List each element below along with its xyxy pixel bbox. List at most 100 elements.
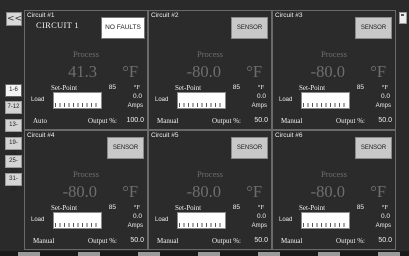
bottom-toolbar-button[interactable] [78,252,100,256]
output-label: Output %: [212,237,241,245]
process-label: Process [321,169,347,179]
amps-value: 0.0 [380,93,390,100]
amps-unit: Amps [375,223,391,229]
setpoint-value[interactable]: 85 [357,84,364,91]
circuit-panel-6[interactable]: Circuit #6 SENSOR Process -80.0 °F Set-Point 8… [272,130,396,250]
amps-unit: Amps [127,223,143,229]
bottom-toolbar-button[interactable] [198,252,220,256]
output-label: Output %: [88,117,117,125]
bottom-toolbar-button[interactable] [138,252,160,256]
setpoint-value[interactable]: 85 [357,204,364,211]
bottom-toolbar-button[interactable] [258,252,280,256]
amps-value: 0.0 [380,213,390,220]
load-bar-scale [303,103,348,107]
output-value[interactable]: 50.0 [378,237,392,244]
load-bar [301,212,350,229]
output-value[interactable]: 50.0 [378,117,392,124]
circuit-title: Circuit #6 [275,132,303,139]
load-label: Load [155,97,169,103]
circuit-panel-5[interactable]: Circuit #5 SENSOR Process -80.0 °F Set-Point 8… [148,130,272,250]
process-unit: °F [246,182,262,201]
mode-label[interactable]: Auto [33,117,47,125]
circuit-title: Circuit #5 [151,132,179,139]
process-value: -80.0 [186,62,221,81]
setpoint-label: Set-Point [299,84,326,92]
range-tab-7-12[interactable]: 7-12 [5,101,22,114]
status-button[interactable]: SENSOR [107,137,144,159]
output-value[interactable]: 50.0 [254,237,268,244]
circuit-panel-2[interactable]: Circuit #2 SENSOR Process -80.0 °F Set-Point 8… [148,10,272,130]
status-button[interactable]: NO FAULTS [101,17,145,39]
circuit-panel-4[interactable]: Circuit #4 SENSOR Process -80.0 °F Set-Point 8… [24,130,148,250]
process-label: Process [197,169,223,179]
amps-unit: Amps [127,103,143,109]
setpoint-unit: °F [133,204,140,211]
amps-unit: Amps [251,103,267,109]
mode-label[interactable]: Manual [157,117,178,125]
bottom-toolbar-button[interactable] [318,252,340,256]
output-value[interactable]: 50.0 [254,117,268,124]
process-value: -80.0 [310,62,345,81]
output-value[interactable]: 50.0 [130,237,144,244]
status-button[interactable]: SENSOR [355,137,392,159]
circuit-panel-1[interactable]: Circuit #1 CIRCUIT 1 NO FAULTS Process 41.3 °… [24,10,148,130]
output-label: Output %: [336,117,365,125]
process-unit: °F [122,182,138,201]
setpoint-value[interactable]: 85 [233,84,240,91]
load-bar-scale [179,103,224,107]
status-button[interactable]: SENSOR [355,17,392,39]
amps-value: 0.0 [256,93,266,100]
window-indicator-icon[interactable] [399,12,407,24]
load-bar [177,212,226,229]
setpoint-label: Set-Point [175,204,202,212]
status-button[interactable]: SENSOR [231,17,268,39]
mode-label[interactable]: Manual [33,237,54,245]
process-unit: °F [246,62,262,81]
bottom-toolbar-button[interactable] [18,252,40,256]
setpoint-value[interactable]: 85 [109,84,116,91]
load-label: Load [31,217,45,223]
circuit-title: Circuit #2 [151,12,179,19]
process-label: Process [73,169,99,179]
bottom-toolbar-button[interactable] [378,252,400,256]
bottom-toolbar-strip [0,251,409,256]
load-bar-scale [55,223,100,227]
setpoint-unit: °F [381,204,388,211]
load-bar [177,92,226,109]
output-label: Output %: [88,237,117,245]
circuit-title: Circuit #3 [275,12,303,19]
load-label: Load [279,217,293,223]
process-value: -80.0 [186,182,221,201]
mode-label[interactable]: Manual [157,237,178,245]
output-value[interactable]: 100.0 [126,117,144,124]
circuit-panel-3[interactable]: Circuit #3 SENSOR Process -80.0 °F Set-Point 8… [272,10,396,130]
amps-value: 0.0 [132,93,142,100]
circuit-title: Circuit #1 [27,12,55,19]
circuit-name: CIRCUIT 1 [36,20,79,30]
load-bar-scale [55,103,100,107]
setpoint-unit: °F [257,84,264,91]
setpoint-unit: °F [381,84,388,91]
output-label: Output %: [212,117,241,125]
setpoint-value[interactable]: 85 [109,204,116,211]
range-tab-31-36[interactable]: 31-36 [5,173,22,193]
load-bar [53,212,102,229]
range-tab-19-24[interactable]: 19-24 [5,137,22,157]
mode-label[interactable]: Manual [281,237,302,245]
load-label: Load [279,97,293,103]
process-unit: °F [370,62,386,81]
process-value: 41.3 [68,62,97,81]
output-label: Output %: [336,237,365,245]
process-label: Process [73,49,99,59]
setpoint-value[interactable]: 85 [233,204,240,211]
range-tab-13-18[interactable]: 13-18 [5,119,22,139]
mode-label[interactable]: Manual [281,117,302,125]
collapse-button[interactable]: << [6,12,22,26]
range-tab-25-30[interactable]: 25-30 [5,155,22,175]
setpoint-label: Set-Point [299,204,326,212]
load-bar-scale [179,223,224,227]
process-label: Process [321,49,347,59]
range-tab-1-6[interactable]: 1-6 [5,84,22,97]
load-label: Load [155,217,169,223]
status-button[interactable]: SENSOR [231,137,268,159]
